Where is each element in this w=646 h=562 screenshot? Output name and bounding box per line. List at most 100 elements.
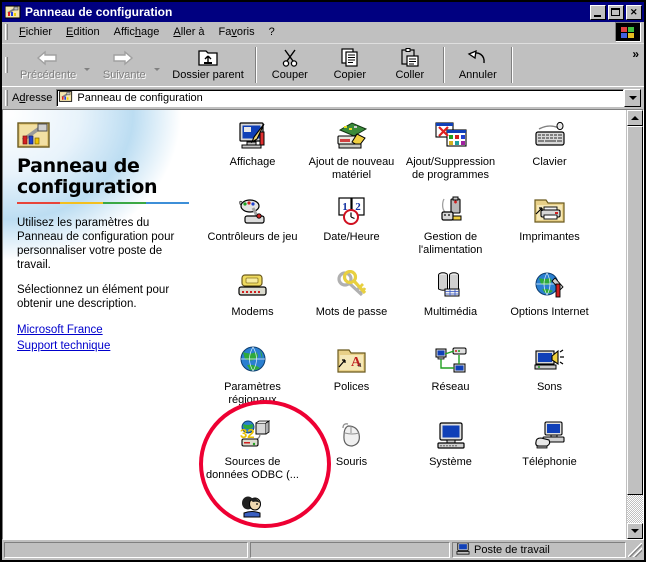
close-button[interactable]: [626, 4, 642, 20]
cp-item-reseau[interactable]: Réseau: [401, 343, 500, 418]
cp-item-controleurs-de-jeu[interactable]: Contrôleurs de jeu: [203, 193, 302, 268]
cp-item-telephonie[interactable]: Téléphonie: [500, 418, 599, 493]
display-monitor-icon: [236, 120, 270, 153]
menu-item-affichage[interactable]: Affichage: [107, 24, 167, 40]
menu-item-favoris[interactable]: Favoris: [212, 24, 262, 40]
cp-item-imprimantes[interactable]: Imprimantes: [500, 193, 599, 268]
multimedia-icon: [434, 270, 468, 303]
vertical-scrollbar[interactable]: [626, 110, 643, 539]
network-icon: [434, 345, 468, 378]
cp-item-label: Clavier: [532, 156, 567, 168]
cp-item-options-internet[interactable]: Options Internet: [500, 268, 599, 343]
info-panel-paragraph-1: Utilisez les paramètres du Panneau de co…: [17, 217, 175, 271]
cp-item-label: Polices: [333, 381, 370, 393]
cp-item-partial-next-row[interactable]: [203, 493, 302, 539]
info-panel-links: Microsoft France Support technique: [17, 322, 187, 354]
menu-bar: Fichier Edition Affichage Aller à Favori…: [2, 22, 644, 43]
undo-arrow-icon: [467, 47, 489, 68]
window-title: Panneau de configuration: [25, 5, 173, 19]
info-panel-paragraph-2: Sélectionnez un élément pour obtenir une…: [17, 284, 170, 310]
cp-item-parametres-regionaux[interactable]: Paramètres régionaux: [203, 343, 302, 418]
add-remove-programs-icon: [434, 120, 468, 153]
cp-item-label: Ajout/Suppression de programmes: [405, 156, 496, 181]
toolbar-gripper[interactable]: [5, 57, 8, 73]
cp-item-multimedia[interactable]: Multimédia: [401, 268, 500, 343]
accent-rule: [17, 202, 189, 204]
cp-item-label: Réseau: [431, 381, 470, 393]
cp-item-label: Ajout de nouveau matériel: [308, 156, 395, 181]
toolbar-button-suivante[interactable]: Suivante: [94, 44, 154, 86]
cp-item-modems[interactable]: Modems: [203, 268, 302, 343]
cp-item-sources-de-donnees-odbc[interactable]: 32 Sources de données ODBC (...: [203, 418, 302, 493]
address-value: Panneau de configuration: [77, 92, 203, 104]
cp-item-souris[interactable]: Souris: [302, 418, 401, 493]
resize-grip[interactable]: [628, 543, 642, 557]
address-dropdown-button[interactable]: [624, 89, 641, 107]
address-input[interactable]: Panneau de configuration: [56, 89, 624, 107]
telephony-icon: [533, 420, 567, 453]
cp-item-date-heure[interactable]: 1 2 Date/Heure: [302, 193, 401, 268]
control-panel-tools-icon: [17, 120, 51, 150]
cp-item-label: Mots de passe: [315, 306, 388, 318]
toolbar: Précédente Suivante Dossier parent Coupe…: [2, 43, 644, 86]
system-computer-icon: [434, 420, 468, 453]
toolbar-button-precedente[interactable]: Précédente: [12, 44, 84, 86]
toolbar-button-dossier-parent[interactable]: Dossier parent: [164, 44, 252, 86]
cp-item-systeme[interactable]: Système: [401, 418, 500, 493]
scrollbar-thumb[interactable]: [627, 126, 643, 496]
client-area: Panneau de configuration Utilisez les pa…: [2, 109, 644, 540]
cp-item-label: Sources de données ODBC (...: [206, 456, 299, 481]
address-gripper[interactable]: [5, 90, 8, 106]
cp-item-ajout-suppression-de-programmes[interactable]: Ajout/Suppression de programmes: [401, 118, 500, 193]
cp-item-clavier[interactable]: Clavier: [500, 118, 599, 193]
link-microsoft-france[interactable]: Microsoft France: [17, 322, 187, 338]
toolbar-button-copier[interactable]: Copier: [320, 44, 380, 86]
forward-arrow-icon: [112, 47, 136, 68]
menu-item-fichier[interactable]: Fichier: [12, 24, 59, 40]
up-folder-icon: [197, 47, 219, 68]
menu-item-aller-a[interactable]: Aller à: [166, 24, 211, 40]
cp-item-ajout-de-nouveau-materiel[interactable]: Ajout de nouveau matériel: [302, 118, 401, 193]
passwords-key-icon: [335, 269, 369, 303]
sounds-speaker-icon: [533, 345, 567, 378]
cp-item-gestion-de-l-alimentation[interactable]: Gestion de l'alimentation: [401, 193, 500, 268]
status-panel-zone: Poste de travail: [452, 542, 626, 558]
toolbar-separator: [510, 47, 513, 83]
fonts-folder-icon: A a: [335, 345, 369, 378]
status-zone-label: Poste de travail: [474, 544, 550, 556]
menu-gripper[interactable]: [5, 24, 8, 40]
maximize-button[interactable]: [608, 4, 624, 20]
cp-item-label: Multimédia: [423, 306, 478, 318]
info-panel: Panneau de configuration Utilisez les pa…: [3, 110, 199, 539]
regional-settings-globe-icon: [236, 345, 270, 378]
menu-item-edition[interactable]: Edition: [59, 24, 107, 40]
keyboard-icon: [533, 120, 567, 153]
toolbar-button-couper[interactable]: Couper: [260, 44, 320, 86]
cp-item-label: Système: [429, 456, 472, 468]
scroll-up-arrow-icon[interactable]: [627, 110, 643, 126]
cp-item-mots-de-passe[interactable]: Mots de passe: [302, 268, 401, 343]
minimize-button[interactable]: [590, 4, 606, 20]
my-computer-icon: [456, 543, 470, 557]
scroll-down-arrow-icon[interactable]: [627, 523, 643, 539]
cp-item-affichage[interactable]: Affichage: [203, 118, 302, 193]
toolbar-overflow-chevron-icon[interactable]: »: [632, 47, 639, 61]
copy-pages-icon: [340, 47, 360, 68]
cp-item-label: Affichage: [229, 156, 276, 168]
cp-item-polices[interactable]: A a Polices: [302, 343, 401, 418]
control-panel-folder-icon: [4, 4, 21, 20]
control-panel-items-pane: Affichage Ajout de nouveau matériel Ajou…: [199, 110, 626, 539]
cp-item-sons[interactable]: Sons: [500, 343, 599, 418]
window-buttons: [590, 4, 642, 20]
scrollbar-track[interactable]: [627, 126, 643, 523]
address-bar: Adresse Panneau de configuration: [2, 86, 644, 109]
toolbar-label-coller: Coller: [395, 69, 425, 81]
menu-item-aide[interactable]: ?: [262, 24, 282, 40]
toolbar-label-couper: Couper: [271, 69, 308, 81]
forward-dropdown-icon[interactable]: [154, 67, 161, 71]
toolbar-button-annuler[interactable]: Annuler: [448, 44, 508, 86]
toolbar-button-coller[interactable]: Coller: [380, 44, 440, 86]
back-dropdown-icon[interactable]: [84, 67, 91, 71]
back-arrow-icon: [36, 47, 60, 68]
link-support-technique[interactable]: Support technique: [17, 338, 187, 354]
